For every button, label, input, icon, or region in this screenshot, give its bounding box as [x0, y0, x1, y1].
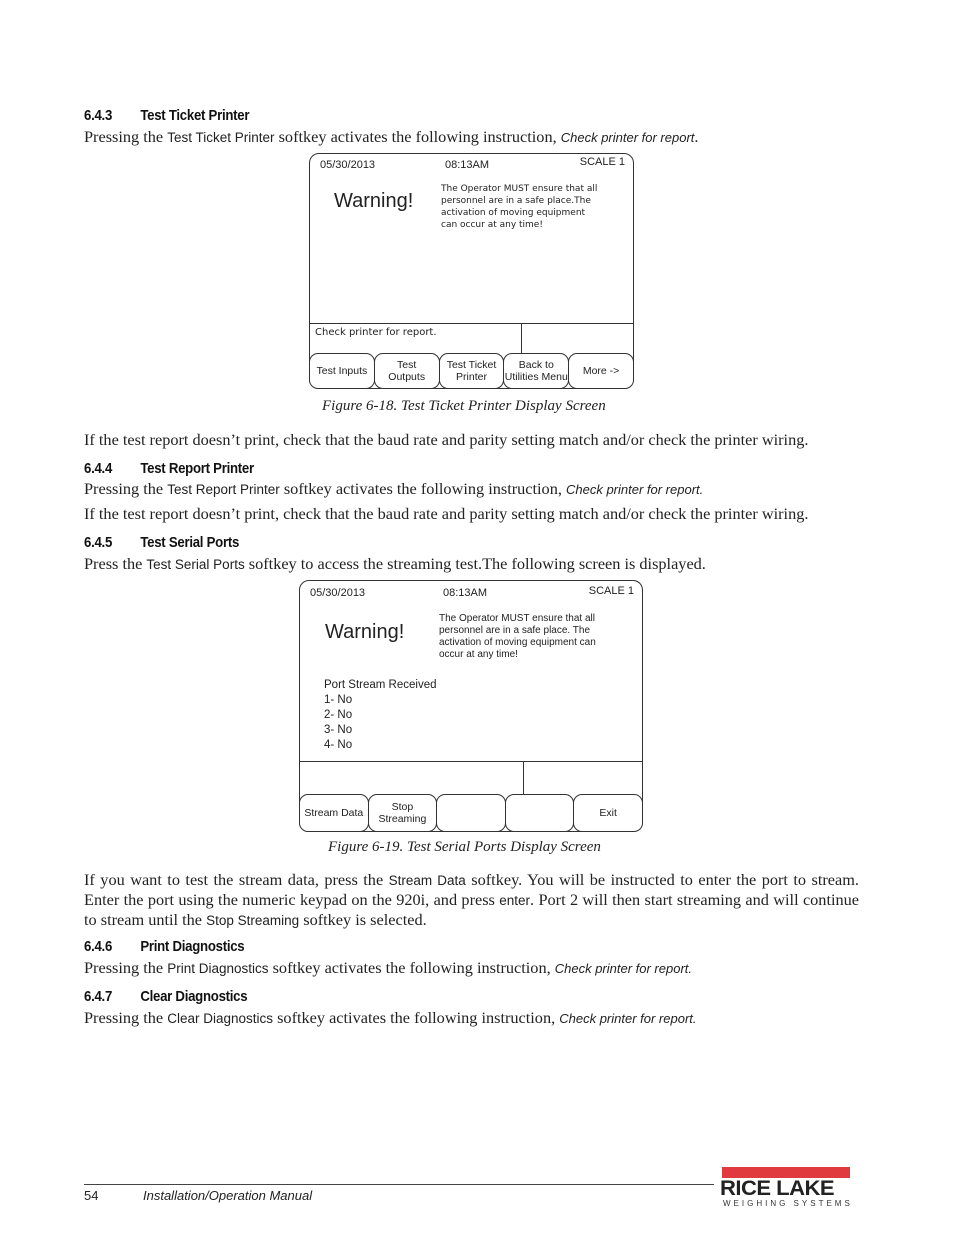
paragraph-test-ticket-printer: Pressing the Test Ticket Printer softkey… — [84, 127, 698, 147]
section-number: 6.4.7 — [84, 988, 113, 1005]
softkey-exit[interactable]: Exit — [573, 794, 643, 832]
section-heading-6-4-3: 6.4.3 Test Ticket Printer — [84, 107, 250, 124]
rice-lake-logo: RICE LAKE — [720, 1177, 835, 1200]
port-row: 2- No — [324, 709, 353, 721]
text: If you want to test the stream data, pre… — [84, 870, 389, 889]
text: softkey to access the streaming test.The… — [244, 554, 706, 573]
page-number: 54 — [84, 1188, 99, 1203]
softkey-blank-3[interactable] — [436, 794, 506, 832]
figure-6-19-caption: Figure 6-19. Test Serial Ports Display S… — [328, 839, 601, 855]
date-display: 05/30/2013 — [320, 159, 376, 171]
softkey-stop-streaming[interactable]: Stop Streaming — [367, 794, 438, 832]
section-number: 6.4.5 — [84, 534, 113, 551]
softkey-name: Print Diagnostics — [167, 961, 269, 976]
date-display: 05/30/2013 — [310, 587, 366, 599]
softkey-more[interactable]: More -> — [568, 353, 634, 389]
text: softkey activates the following instruct… — [273, 1008, 560, 1027]
figure-6-19-display-screen: 05/30/2013 08:13AM SCALE 1 Warning! The … — [299, 580, 643, 832]
scale-label: SCALE 1 — [588, 585, 634, 597]
port-row: 4- No — [324, 739, 353, 751]
section-number: 6.4.6 — [84, 938, 113, 955]
footer-divider — [84, 1184, 714, 1185]
text: Pressing the — [84, 1008, 168, 1027]
section-number: 6.4.3 — [84, 107, 113, 124]
port-row: 1- No — [324, 694, 353, 706]
softkey-name: Clear Diagnostics — [167, 1011, 274, 1026]
key-name: enter — [499, 893, 531, 908]
paragraph-test-report-printer: Pressing the Test Report Printer softkey… — [84, 479, 703, 499]
paragraph-clear-diagnostics: Pressing the Clear Diagnostics softkey a… — [84, 1008, 697, 1028]
instruction-text: Check printer for report. — [554, 961, 693, 976]
warning-title: Warning! — [334, 190, 414, 212]
section-title: Test Report Printer — [140, 460, 254, 477]
text: softkey is selected. — [299, 910, 427, 929]
text: softkey activates the following instruct… — [279, 479, 566, 498]
section-title: Print Diagnostics — [140, 938, 245, 955]
section-number: 6.4.4 — [84, 460, 113, 477]
warning-message: The Operator MUST ensure that all person… — [439, 613, 596, 660]
text: Press the — [84, 554, 147, 573]
section-title: Clear Diagnostics — [140, 988, 248, 1005]
instruction-text: Check printer for report. — [565, 482, 704, 497]
text: Pressing the — [84, 479, 168, 498]
softkey-bar: Test Inputs Test Outputs Test Ticket Pri… — [309, 353, 634, 389]
port-row: 3- No — [324, 724, 353, 736]
softkey-test-inputs[interactable]: Test Inputs — [309, 353, 375, 389]
divider — [300, 761, 642, 762]
text: softkey activates the following instruct… — [274, 127, 561, 146]
status-message: Check printer for report. — [315, 327, 437, 338]
paragraph-check-wiring: If the test report doesn’t print, check … — [84, 430, 809, 449]
softkey-blank-4[interactable] — [504, 794, 575, 832]
text: . — [694, 127, 699, 146]
manual-title: Installation/Operation Manual — [143, 1188, 313, 1203]
softkey-name: Test Serial Ports — [146, 557, 245, 572]
time-display: 08:13AM — [443, 587, 488, 599]
paragraph-print-diagnostics: Pressing the Print Diagnostics softkey a… — [84, 958, 692, 978]
paragraph-test-serial-ports: Press the Test Serial Ports softkey to a… — [84, 554, 706, 574]
text: Pressing the — [84, 958, 168, 977]
warning-title: Warning! — [325, 621, 405, 643]
paragraph-check-wiring-2: If the test report doesn’t print, check … — [84, 504, 809, 523]
figure-6-18-display-screen: 05/30/2013 08:13AM SCALE 1 Warning! The … — [309, 153, 634, 389]
port-stream-header: Port Stream Received — [324, 679, 437, 691]
section-heading-6-4-5: 6.4.5 Test Serial Ports — [84, 534, 239, 551]
scale-label: SCALE 1 — [579, 156, 625, 168]
divider — [310, 323, 633, 324]
softkey-back-to-utilities-menu[interactable]: Back to Utilities Menu — [503, 353, 570, 389]
softkey-name: Stream Data — [388, 873, 466, 888]
text: Pressing the — [84, 127, 168, 146]
section-heading-6-4-4: 6.4.4 Test Report Printer — [84, 460, 254, 477]
softkey-test-ticket-printer[interactable]: Test Ticket Printer — [438, 353, 505, 389]
section-heading-6-4-6: 6.4.6 Print Diagnostics — [84, 938, 245, 955]
softkey-bar: Stream Data Stop Streaming Exit — [299, 794, 643, 832]
section-title: Test Serial Ports — [140, 534, 240, 551]
figure-6-18-caption: Figure 6-18. Test Ticket Printer Display… — [322, 398, 606, 414]
softkey-name: Test Ticket Printer — [167, 130, 275, 145]
instruction-text: Check printer for report. — [559, 1011, 697, 1026]
section-title: Test Ticket Printer — [140, 107, 250, 124]
softkey-stream-data[interactable]: Stream Data — [299, 794, 369, 832]
time-display: 08:13AM — [445, 159, 490, 171]
softkey-name: Stop Streaming — [206, 913, 300, 928]
warning-message: The Operator MUST ensure that all person… — [441, 184, 598, 230]
divider — [523, 761, 524, 794]
softkey-name: Test Report Printer — [167, 482, 280, 497]
section-heading-6-4-7: 6.4.7 Clear Diagnostics — [84, 988, 248, 1005]
softkey-test-outputs[interactable]: Test Outputs — [373, 353, 440, 389]
divider — [521, 323, 522, 353]
logo-subtext: WEIGHING SYSTEMS — [723, 1199, 853, 1208]
paragraph-stream-data: If you want to test the stream data, pre… — [84, 870, 859, 930]
instruction-text: Check printer for report — [560, 130, 695, 145]
text: softkey activates the following instruct… — [268, 958, 555, 977]
